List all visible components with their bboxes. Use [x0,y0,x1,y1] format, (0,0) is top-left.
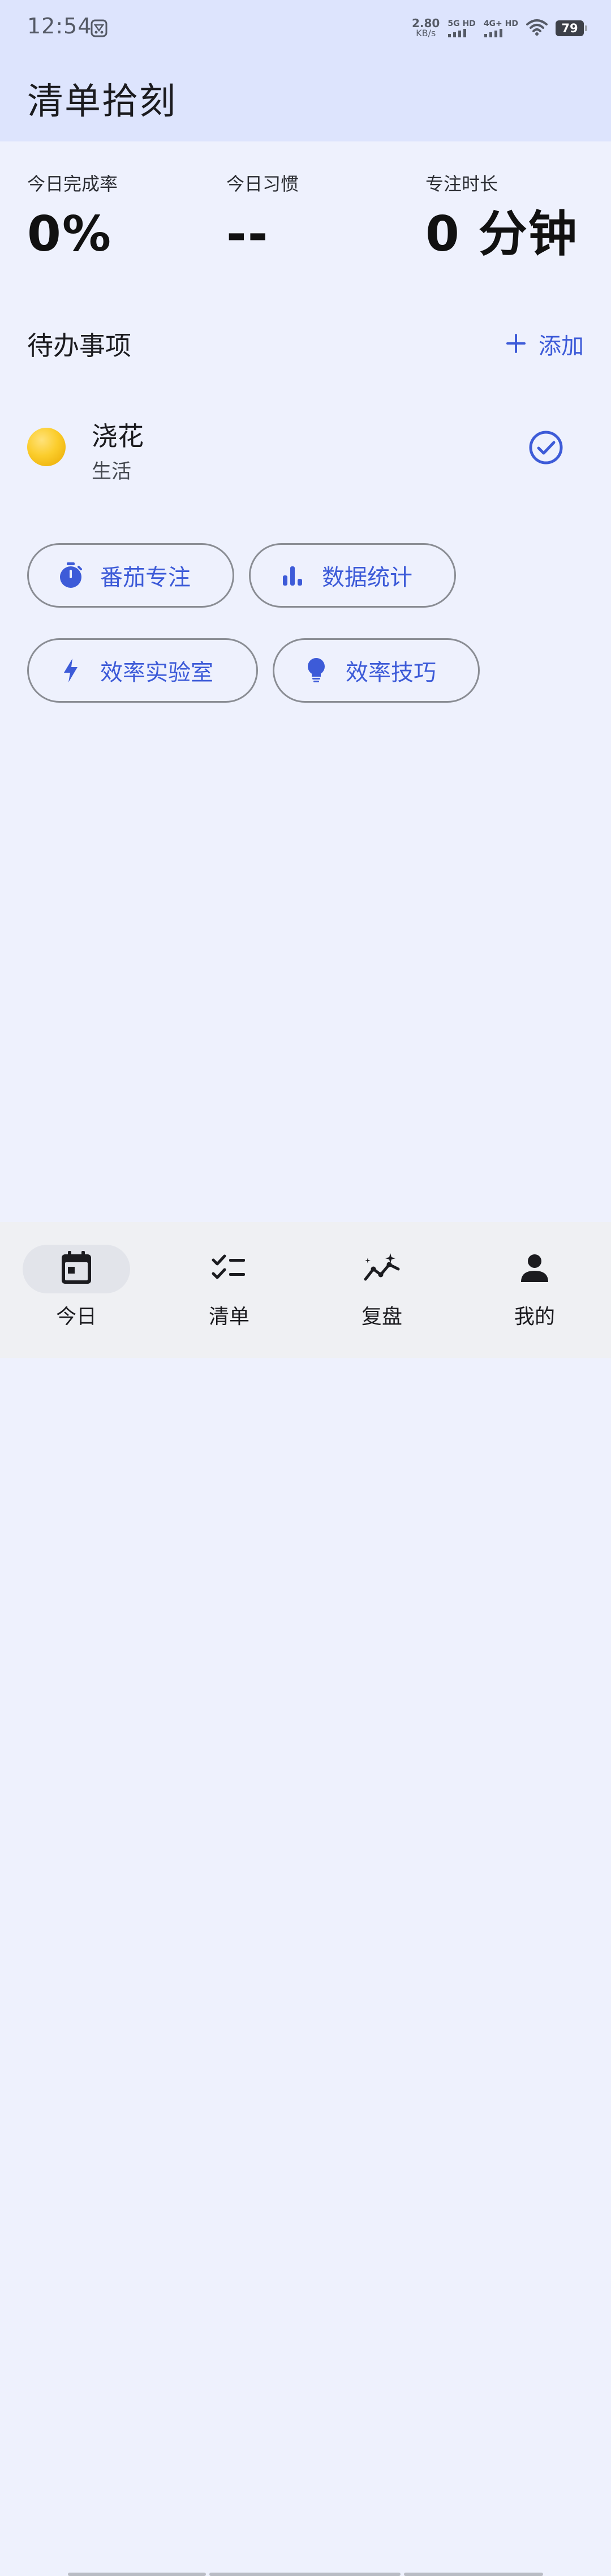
status-time: 12:54 [27,14,92,38]
nav-item-review[interactable]: 复盘 [325,1245,438,1330]
nav-icon-slot [328,1245,436,1293]
task-color-dot [27,428,66,466]
chip-label: 数据统计 [322,565,412,591]
efficiency-lab-button[interactable]: 效率实验室 [27,638,258,703]
status-bar: 12:54 2.80 KB/s 5G HD 4G+ HD 79 [0,0,611,57]
nav-icon-slot [175,1245,283,1293]
chip-label: 效率实验室 [100,660,213,686]
nav-label: 我的 [514,1305,555,1328]
net-speed-value: 2.80 [412,16,440,30]
signal-bars-icon [484,29,502,37]
stat-value: -- [226,206,269,263]
pomodoro-focus-button[interactable]: 番茄专注 [27,543,234,608]
notification-app-icon [91,19,107,37]
nav-label: 复盘 [361,1305,402,1328]
app-title: 清单拾刻 [27,81,177,123]
stat-label: 专注时长 [425,173,498,195]
signal-bars-icon [448,29,467,37]
add-task-label: 添加 [539,333,584,359]
task-item[interactable]: 浇花 生活 [27,413,584,483]
stat-focus-duration: 专注时长 0 分钟 [425,170,611,263]
status-right-cluster: 2.80 KB/s 5G HD 4G+ HD 79 [412,16,587,41]
stopwatch-icon [57,562,84,589]
stat-completion-rate: 今日完成率 0% [27,170,220,263]
gesture-bar-left [68,2573,206,2576]
stat-habits: 今日习惯 -- [226,170,419,263]
stats-row: 今日完成率 0% 今日习惯 -- 专注时长 0 分钟 [0,170,611,266]
check-circle-icon[interactable] [528,430,563,465]
chip-label: 效率技巧 [346,660,436,686]
todo-section-header: 待办事项 添加 [27,325,584,365]
checklist-icon [211,1253,247,1285]
nav-label: 清单 [208,1305,249,1328]
trend-sparkle-icon [362,1252,402,1286]
app-header: 12:54 2.80 KB/s 5G HD 4G+ HD 79 清单拾刻 [0,0,611,141]
plus-icon [506,329,526,359]
stat-label: 今日习惯 [226,173,299,195]
task-category: 生活 [92,461,132,483]
bottom-navigation: 今日 清单 复盘 我的 [0,1222,611,2576]
stat-value: 0 分钟 [425,206,578,263]
stat-value: 0% [27,206,113,263]
stat-label: 今日完成率 [27,173,118,195]
calendar-icon [60,1251,93,1287]
todo-section-title: 待办事项 [27,330,131,361]
nav-label: 今日 [55,1305,97,1328]
sim1-signal: 5G HD [448,19,476,37]
nav-item-me[interactable]: 我的 [478,1245,591,1330]
nav-item-today[interactable]: 今日 [20,1245,133,1330]
bar-chart-icon [279,562,306,589]
wifi-icon [526,19,548,38]
add-task-button[interactable]: 添加 [494,324,584,364]
lightning-icon [57,657,84,684]
net-speed: 2.80 KB/s [412,18,440,38]
sim2-signal: 4G+ HD [484,19,518,37]
net-speed-unit: KB/s [416,28,436,38]
efficiency-tips-button[interactable]: 效率技巧 [273,638,480,703]
sim2-label: 4G+ HD [483,19,518,28]
sim1-label: 5G HD [448,19,476,28]
chip-label: 番茄专注 [100,565,191,591]
lightbulb-icon [303,657,330,684]
person-icon [519,1253,550,1285]
gesture-bar-center[interactable] [209,2573,401,2576]
battery-icon: 79 [556,20,587,36]
task-name: 浇花 [92,421,144,451]
gesture-bar-right [404,2573,543,2576]
nav-icon-slot [481,1245,588,1293]
nav-active-indicator [23,1245,130,1293]
data-statistics-button[interactable]: 数据统计 [249,543,456,608]
nav-item-list[interactable]: 清单 [173,1245,286,1330]
